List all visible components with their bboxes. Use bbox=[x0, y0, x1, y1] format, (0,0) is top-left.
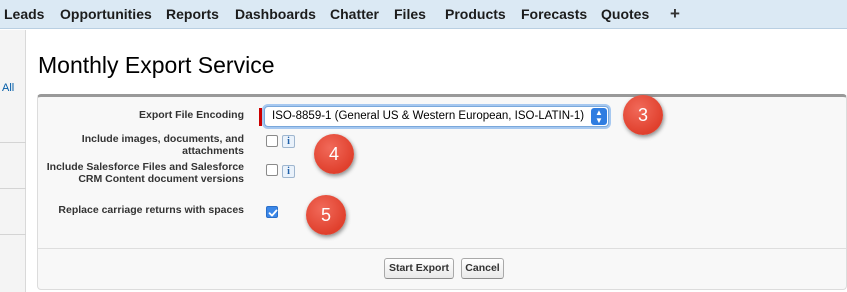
required-indicator bbox=[259, 108, 262, 126]
form-divider bbox=[38, 248, 846, 249]
step-badge-3: 3 bbox=[623, 95, 663, 135]
page-title: Monthly Export Service bbox=[38, 52, 275, 78]
tab-dashboards[interactable]: Dashboards bbox=[235, 6, 316, 22]
chevron-updown-icon: ▲ ▼ bbox=[591, 108, 607, 125]
cancel-button[interactable]: Cancel bbox=[461, 258, 504, 279]
encoding-label: Export File Encoding bbox=[138, 109, 244, 121]
checkmark-icon bbox=[268, 209, 278, 217]
encoding-select-value: ISO-8859-1 (General US & Western Europea… bbox=[272, 110, 585, 122]
tab-leads[interactable]: Leads bbox=[4, 6, 44, 22]
start-export-button[interactable]: Start Export bbox=[384, 258, 454, 279]
sidebar-all-link[interactable]: All bbox=[2, 82, 14, 94]
sidebar-divider bbox=[0, 142, 26, 143]
step-badge-5: 5 bbox=[306, 195, 346, 235]
tab-quotes[interactable]: Quotes bbox=[601, 6, 649, 22]
tab-reports[interactable]: Reports bbox=[166, 6, 219, 22]
include-files-label: Include Salesforce Files and Salesforce … bbox=[46, 161, 244, 185]
sidebar-divider bbox=[0, 234, 26, 235]
tab-files[interactable]: Files bbox=[394, 6, 426, 22]
top-nav: Leads Opportunities Reports Dashboards C… bbox=[0, 0, 847, 29]
include-images-label: Include images, documents, and attachmen… bbox=[81, 133, 244, 157]
tab-chatter[interactable]: Chatter bbox=[330, 6, 379, 22]
add-tab-icon[interactable]: + bbox=[670, 4, 680, 24]
tab-products[interactable]: Products bbox=[445, 6, 506, 22]
replace-returns-checkbox[interactable] bbox=[266, 206, 278, 218]
tab-forecasts[interactable]: Forecasts bbox=[521, 6, 587, 22]
sidebar-divider bbox=[0, 188, 26, 189]
include-images-checkbox[interactable] bbox=[266, 135, 278, 147]
info-icon[interactable]: i bbox=[282, 135, 295, 148]
left-sidebar: All bbox=[0, 30, 26, 292]
step-badge-4: 4 bbox=[314, 134, 354, 174]
encoding-select[interactable]: ISO-8859-1 (General US & Western Europea… bbox=[264, 106, 609, 127]
include-files-checkbox[interactable] bbox=[266, 164, 278, 176]
info-icon[interactable]: i bbox=[282, 165, 295, 178]
replace-returns-label: Replace carriage returns with spaces bbox=[58, 204, 244, 216]
tab-opportunities[interactable]: Opportunities bbox=[60, 6, 152, 22]
